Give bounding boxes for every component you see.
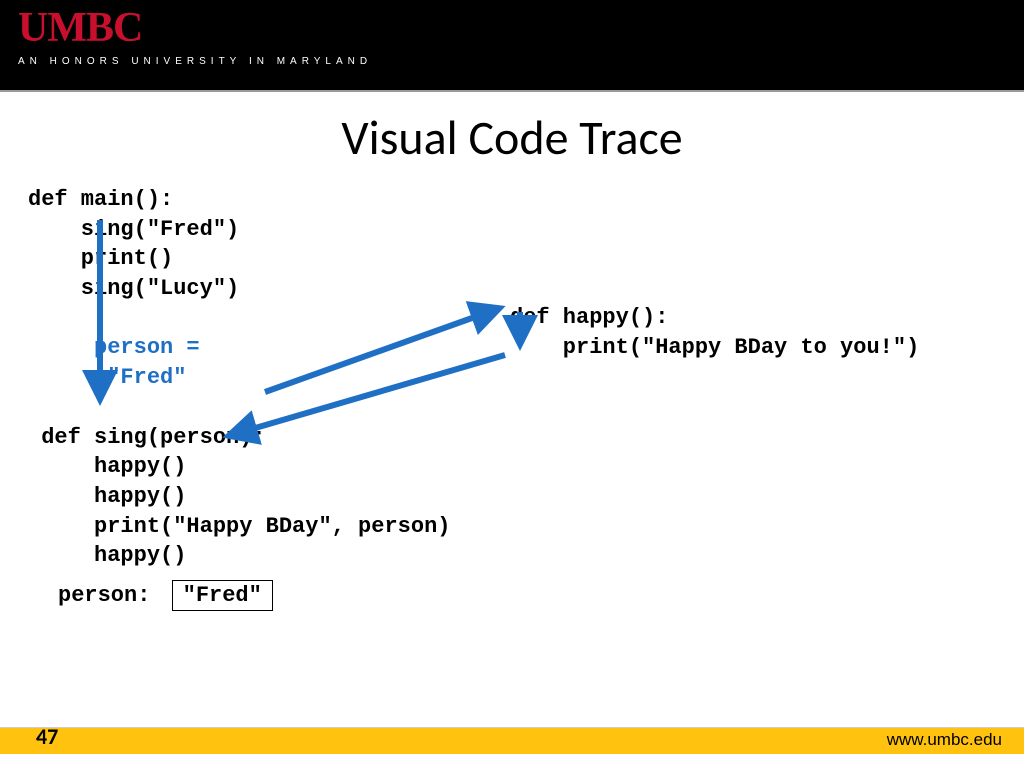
code-line: print("Happy BDay", person) [28, 514, 450, 539]
umbc-logo: UMBC [18, 4, 142, 52]
person-trace: person: "Fred" [58, 580, 273, 611]
person-label: person: [58, 583, 150, 608]
code-line: sing("Fred") [28, 217, 239, 242]
header-bar: UMBC AN HONORS UNIVERSITY IN MARYLAND [0, 0, 1024, 90]
code-line: def happy(): [510, 305, 668, 330]
code-block-right: def happy(): print("Happy BDay to you!") [510, 303, 919, 362]
code-line: def main(): [28, 187, 173, 212]
slide-title: Visual Code Trace [0, 108, 1024, 167]
code-line: happy() [28, 454, 186, 479]
code-line: sing("Lucy") [28, 276, 239, 301]
header-divider [0, 90, 1024, 92]
umbc-tagline: AN HONORS UNIVERSITY IN MARYLAND [18, 56, 372, 67]
footer-bar [0, 728, 1024, 754]
code-assign-line: "Fred" [28, 365, 186, 390]
code-line: def sing(person): [28, 425, 266, 450]
code-line: print("Happy BDay to you!") [510, 335, 919, 360]
code-line: happy() [28, 484, 186, 509]
code-assign-line: person = [28, 335, 200, 360]
code-line: print() [28, 246, 173, 271]
footer-url: www.umbc.edu [887, 730, 1002, 750]
slide-number: 47 [36, 723, 58, 750]
code-block-left: def main(): sing("Fred") print() sing("L… [28, 185, 450, 571]
code-line: happy() [28, 543, 186, 568]
person-value-box: "Fred" [172, 580, 273, 611]
